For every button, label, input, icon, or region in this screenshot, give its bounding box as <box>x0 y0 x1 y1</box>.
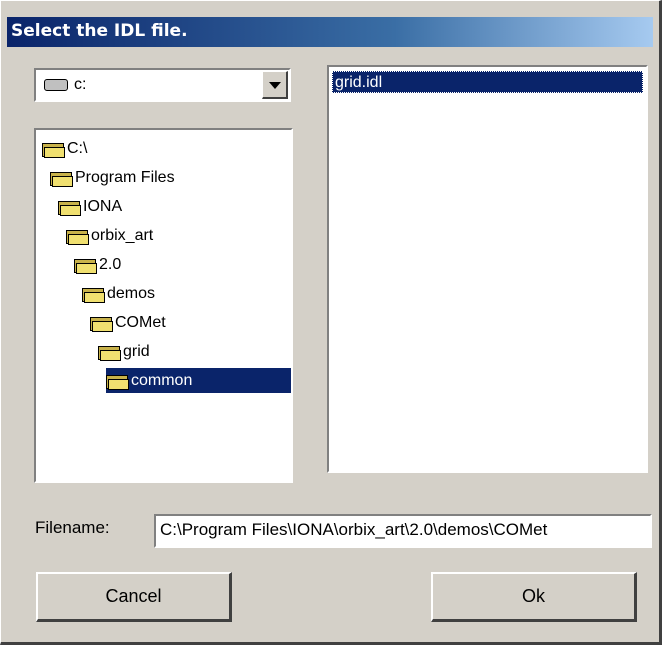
directory-item[interactable]: COMet <box>90 310 166 335</box>
directory-list[interactable]: C:\ Program Files IONA orbix_art 2.0 demos COM… <box>34 128 293 483</box>
filename-field[interactable]: C:\Program Files\IONA\orbix_art\2.0\demo… <box>154 514 652 548</box>
dialog-title: Select the IDL file. <box>11 21 188 41</box>
directory-item[interactable]: 2.0 <box>74 252 121 277</box>
directory-label: orbix_art <box>91 226 154 244</box>
directory-label: demos <box>107 284 156 302</box>
directory-item[interactable]: common <box>106 368 291 393</box>
directory-label: grid <box>123 342 150 360</box>
folder-icon <box>82 286 105 303</box>
directory-label: Program Files <box>75 168 175 186</box>
drive-select-value: c: <box>44 76 86 94</box>
directory-label: 2.0 <box>99 255 122 273</box>
directory-label: C:\ <box>67 139 88 157</box>
directory-item[interactable]: demos <box>82 281 155 306</box>
directory-item[interactable]: orbix_art <box>66 223 153 248</box>
drive-label: c: <box>74 76 87 93</box>
directory-item[interactable]: Program Files <box>50 165 175 190</box>
directory-item[interactable]: IONA <box>58 194 122 219</box>
drive-select[interactable]: c: <box>34 68 291 102</box>
file-item-grid-idl[interactable]: grid.idl <box>332 71 643 93</box>
drive-icon <box>44 79 68 91</box>
chevron-down-icon <box>269 82 281 89</box>
ok-button[interactable]: Ok <box>431 572 637 622</box>
file-list[interactable]: grid.idl <box>327 65 648 473</box>
folder-icon <box>74 257 97 274</box>
directory-item[interactable]: C:\ <box>42 136 87 161</box>
dropdown-button[interactable] <box>262 71 288 99</box>
filename-label: Filename: <box>35 518 110 537</box>
folder-icon <box>106 373 129 390</box>
folder-icon <box>42 141 65 158</box>
folder-icon <box>66 228 89 245</box>
title-bar: Select the IDL file. <box>7 17 653 47</box>
folder-icon <box>98 344 121 361</box>
folder-icon <box>50 170 73 187</box>
directory-label: IONA <box>83 197 123 215</box>
cancel-button[interactable]: Cancel <box>36 572 232 622</box>
folder-icon <box>90 315 113 332</box>
directory-item[interactable]: grid <box>98 339 150 364</box>
directory-label: common <box>131 371 193 389</box>
directory-label: COMet <box>115 313 166 331</box>
file-dialog: Select the IDL file. c: C:\ Program Files… <box>0 0 662 645</box>
folder-icon <box>58 199 81 216</box>
